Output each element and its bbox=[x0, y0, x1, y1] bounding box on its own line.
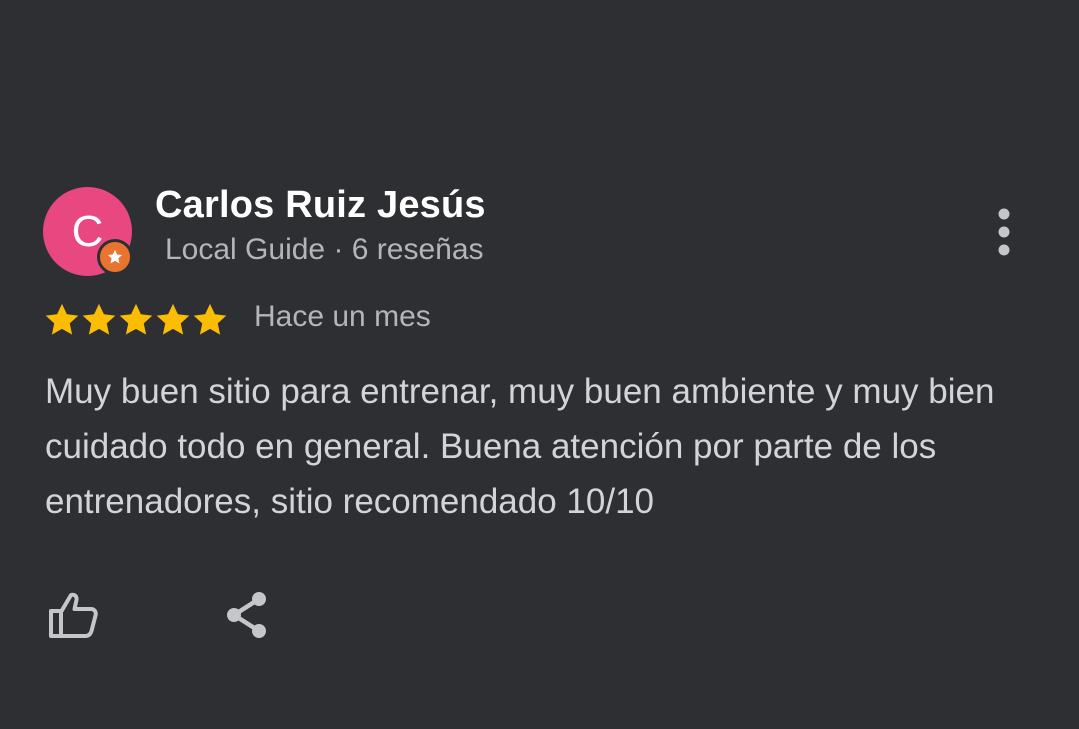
local-guide-badge-icon bbox=[97, 239, 133, 275]
review-date: Hace un mes bbox=[254, 300, 431, 333]
star-icon bbox=[107, 249, 123, 264]
thumb-up-icon bbox=[49, 592, 98, 638]
star-icon bbox=[119, 303, 153, 335]
like-button[interactable] bbox=[40, 582, 106, 648]
more-vert-icon bbox=[998, 208, 1010, 256]
review-card: C Carlos Ruiz Jesús Local Guide · 6 rese… bbox=[0, 0, 1079, 729]
more-options-button[interactable] bbox=[978, 201, 1030, 263]
star-icon bbox=[193, 303, 227, 335]
author-name[interactable]: Carlos Ruiz Jesús bbox=[155, 184, 486, 227]
share-button[interactable] bbox=[214, 582, 280, 648]
share-icon bbox=[227, 592, 266, 638]
star-icon bbox=[156, 303, 190, 335]
star-rating bbox=[43, 301, 228, 339]
rating bbox=[43, 296, 228, 344]
star-icon bbox=[45, 303, 79, 335]
author-meta: Local Guide · 6 reseñas bbox=[165, 233, 484, 266]
review-text: Muy buen sitio para entrenar, muy buen a… bbox=[45, 372, 995, 521]
star-icon bbox=[82, 303, 116, 335]
avatar[interactable]: C bbox=[43, 187, 133, 276]
